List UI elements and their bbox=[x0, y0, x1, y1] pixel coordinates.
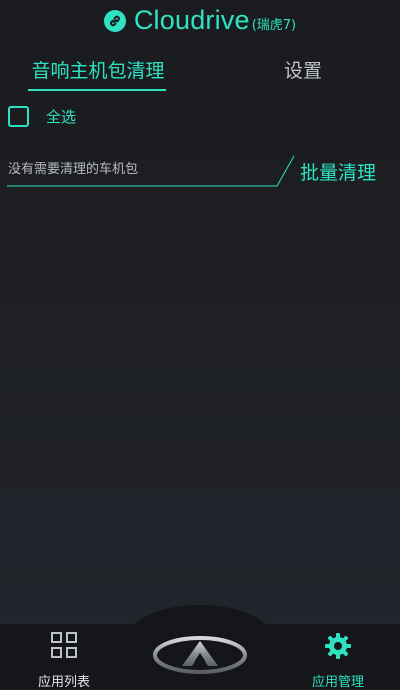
brand-title: Cloudrive bbox=[133, 4, 250, 35]
nav-app-manage[interactable]: 应用管理 bbox=[288, 624, 388, 690]
chery-logo-icon[interactable] bbox=[152, 635, 248, 675]
link-icon bbox=[103, 10, 126, 32]
select-all-label: 全选 bbox=[46, 108, 77, 126]
tab-settings[interactable]: 设置 bbox=[262, 56, 344, 92]
tab-package-clean[interactable]: 音响主机包清理 bbox=[28, 56, 168, 92]
car-model: (瑞虎7) bbox=[251, 17, 297, 33]
app-header: Cloudrive (瑞虎7) bbox=[0, 0, 400, 40]
batch-clean-button[interactable]: 批量清理 bbox=[300, 158, 376, 185]
gear-icon bbox=[325, 633, 351, 659]
grid-icon bbox=[51, 632, 77, 658]
nav-app-list-label: 应用列表 bbox=[37, 675, 90, 690]
nav-app-list[interactable]: 应用列表 bbox=[14, 624, 114, 690]
select-all-control[interactable]: 全选 bbox=[8, 106, 76, 127]
nav-app-manage-label: 应用管理 bbox=[311, 675, 364, 690]
empty-list-message: 没有需要清理的车机包 bbox=[8, 162, 139, 177]
select-all-checkbox[interactable] bbox=[8, 106, 29, 127]
